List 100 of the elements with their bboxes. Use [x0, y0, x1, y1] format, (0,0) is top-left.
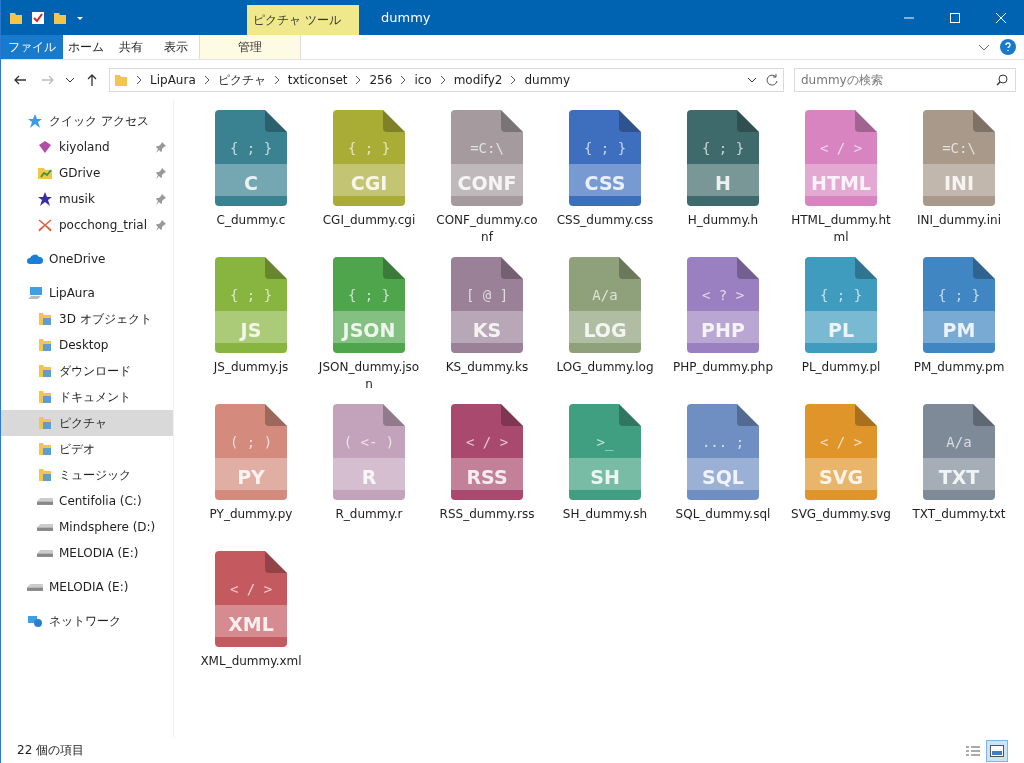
file-name[interactable]: SH_dummy.sh: [553, 506, 657, 523]
file-symbol: A/a: [591, 287, 619, 303]
file-name[interactable]: JS_dummy.js: [199, 359, 303, 376]
large-icons-view-icon: [990, 744, 1004, 757]
file-name[interactable]: PY_dummy.py: [199, 506, 303, 523]
dropdown-icon[interactable]: [747, 75, 757, 85]
file-symbol: =C:\: [469, 140, 505, 156]
recent-caret-icon[interactable]: [65, 75, 75, 85]
file-name[interactable]: RSS_dummy.rss: [435, 506, 539, 523]
file-name[interactable]: PM_dummy.pm: [907, 359, 1011, 376]
file-symbol: ( ; ): [228, 434, 274, 450]
nav-item[interactable]: MELODIA (E:): [1, 574, 173, 600]
file-symbol: { ; }: [346, 140, 392, 156]
nav-item[interactable]: musik: [1, 186, 173, 212]
file-name[interactable]: INI_dummy.ini: [907, 212, 1011, 229]
folder-icon: [37, 389, 53, 405]
file-extension-label: JSON: [340, 319, 397, 341]
nav-item[interactable]: Desktop: [1, 332, 173, 358]
chevron-icon[interactable]: [136, 76, 142, 84]
ribbon-tab[interactable]: 共有: [109, 35, 153, 59]
ribbon-tab[interactable]: 表示: [154, 35, 198, 59]
breadcrumb[interactable]: ピクチャ: [217, 71, 266, 89]
file-symbol: A/a: [945, 434, 973, 450]
nav-item[interactable]: LipAura: [1, 280, 173, 306]
ribbon-tab[interactable]: ホーム: [64, 35, 108, 59]
refresh-icon[interactable]: [765, 73, 779, 87]
file-name[interactable]: R_dummy.r: [317, 506, 421, 523]
file-name[interactable]: PL_dummy.pl: [789, 359, 893, 376]
file-name[interactable]: SVG_dummy.svg: [789, 506, 893, 523]
chevron-icon[interactable]: [203, 76, 210, 84]
file-symbol: { ; }: [228, 287, 274, 303]
nav-item[interactable]: Centifolia (C:): [1, 488, 173, 514]
drive-icon: [27, 583, 43, 591]
properties-icon[interactable]: [31, 10, 45, 25]
nav-item[interactable]: ネットワーク: [1, 608, 173, 634]
maximize-icon: [950, 12, 960, 23]
address-bar[interactable]: LipAura ピクチャ txticonset 256 ico modify2 dummy: [109, 68, 784, 92]
nav-item[interactable]: ダウンロード: [1, 358, 173, 384]
chevron-icon[interactable]: [273, 76, 280, 84]
nav-item[interactable]: Mindsphere (D:): [1, 514, 173, 540]
file-symbol: < ? >: [700, 287, 746, 303]
chevron-icon[interactable]: [400, 76, 407, 84]
folder-icon: [114, 73, 128, 87]
file-name[interactable]: CGI_dummy.cgi: [317, 212, 421, 229]
new-folder-icon[interactable]: [53, 10, 67, 25]
file-extension-label: JS: [238, 319, 263, 341]
file-symbol: { ; }: [936, 287, 982, 303]
file-name[interactable]: C_dummy.c: [199, 212, 303, 229]
details-view-icon: [966, 744, 980, 757]
nav-item[interactable]: ミュージック: [1, 462, 173, 488]
file-name[interactable]: TXT_dummy.txt: [907, 506, 1011, 523]
nav-item[interactable]: ビデオ: [1, 436, 173, 462]
nav-item[interactable]: ピクチャ: [1, 410, 173, 436]
search-field[interactable]: dummyの検索: [794, 68, 1016, 92]
nav-item[interactable]: 3D オブジェクト: [1, 306, 173, 332]
breadcrumb[interactable]: txticonset: [287, 73, 348, 87]
file-name[interactable]: KS_dummy.ks: [435, 359, 539, 376]
pin-icon[interactable]: [155, 141, 167, 153]
chevron-icon[interactable]: [439, 76, 446, 84]
file-extension-label: LOG: [582, 319, 628, 341]
pin-icon[interactable]: [155, 219, 167, 231]
file-symbol: ... ;: [700, 434, 746, 450]
folder-icon[interactable]: [9, 10, 23, 25]
pin-icon[interactable]: [155, 167, 167, 179]
nav-item[interactable]: ドキュメント: [1, 384, 173, 410]
nav-item[interactable]: kiyoland: [1, 134, 173, 160]
breadcrumb[interactable]: modify2: [453, 73, 503, 87]
file-extension-label: PM: [941, 319, 977, 341]
ribbon-tab[interactable]: 管理: [199, 35, 301, 59]
pin-icon[interactable]: [155, 193, 167, 205]
breadcrumb[interactable]: dummy: [524, 73, 571, 87]
file-name[interactable]: XML_dummy.xml: [199, 653, 303, 670]
file-name[interactable]: HTML_dummy.html: [789, 212, 893, 246]
large-icons-view-button[interactable]: [986, 739, 1008, 762]
chevron-icon[interactable]: [355, 76, 362, 84]
folder-icon: [37, 337, 53, 353]
file-name[interactable]: SQL_dummy.sql: [671, 506, 775, 523]
file-symbol: { ; }: [700, 140, 746, 156]
file-extension-label: KS: [471, 319, 503, 341]
nav-item[interactable]: MELODIA (E:): [1, 540, 173, 566]
chevron-icon[interactable]: [510, 76, 517, 84]
file-name[interactable]: LOG_dummy.log: [553, 359, 657, 376]
back-arrow-icon: [13, 74, 27, 86]
file-name[interactable]: CSS_dummy.css: [553, 212, 657, 229]
file-name[interactable]: CONF_dummy.conf: [435, 212, 539, 246]
file-extension-label: PY: [236, 466, 266, 488]
file-name[interactable]: H_dummy.h: [671, 212, 775, 229]
file-name[interactable]: JSON_dummy.json: [317, 359, 421, 393]
ribbon-tab[interactable]: ファイル: [1, 35, 63, 59]
breadcrumb[interactable]: LipAura: [150, 73, 196, 87]
nav-item[interactable]: OneDrive: [1, 246, 173, 272]
nav-item[interactable]: クイック アクセス: [1, 108, 173, 134]
nav-item[interactable]: GDrive: [1, 160, 173, 186]
nav-item[interactable]: pocchong_trial: [1, 212, 173, 238]
breadcrumb[interactable]: ico: [414, 73, 432, 87]
file-name[interactable]: PHP_dummy.php: [671, 359, 775, 376]
file-extension-label: CGI: [349, 172, 389, 194]
breadcrumb[interactable]: 256: [369, 73, 393, 87]
search-icon[interactable]: [996, 74, 1008, 86]
file-symbol: { ; }: [346, 287, 392, 303]
